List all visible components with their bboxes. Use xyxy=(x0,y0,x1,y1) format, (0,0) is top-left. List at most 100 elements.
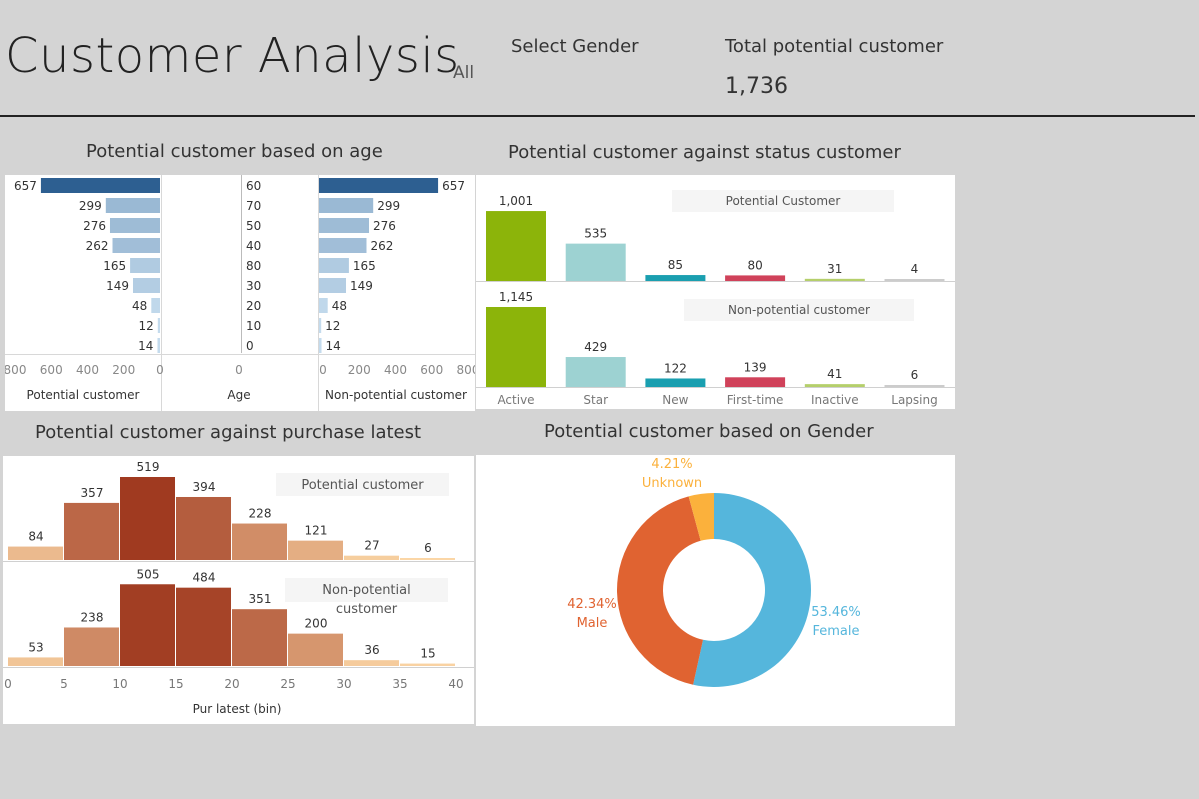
purchase-tick-label: 30 xyxy=(336,677,351,691)
status-chart-card: Potential Customer 1,001 535 85 80 31 4 Non-pot… xyxy=(476,175,955,409)
purchase-value-label: 394 xyxy=(193,480,216,494)
purchase-bar xyxy=(400,663,455,666)
age-bar-potential xyxy=(109,218,160,233)
status-bar xyxy=(486,211,546,281)
status-bar xyxy=(565,357,626,387)
gender-category-label: Unknown xyxy=(642,476,702,491)
age-bar-non-potential xyxy=(319,278,347,293)
status-category-label: New xyxy=(662,393,688,407)
purchase-bar xyxy=(120,477,175,560)
purchase-chart-card: Potential customer 84 357 519 394 228 121 27 6 No… xyxy=(3,456,474,724)
gender-percent-label: 42.34% xyxy=(567,597,617,612)
age-value-label-potential: 149 xyxy=(106,279,129,293)
age-category-label: 70 xyxy=(246,199,261,213)
purchase-chart: Potential customer8435751939422812127 6No… xyxy=(3,460,474,716)
age-bar-potential xyxy=(112,238,160,253)
age-value-label-non-potential: 262 xyxy=(370,239,393,253)
purchase-value-label: 27 xyxy=(364,539,379,553)
status-bar xyxy=(645,275,706,281)
age-value-label-potential: 14 xyxy=(138,339,153,353)
age-value-label-potential: 299 xyxy=(79,199,102,213)
age-bar-potential xyxy=(40,178,161,193)
purchase-bar xyxy=(288,540,343,560)
status-bar xyxy=(645,378,706,387)
purchase-bar xyxy=(232,523,287,560)
age-bar-non-potential xyxy=(319,238,367,253)
age-category-label: 0 xyxy=(246,339,254,353)
age-chart-card: 657 657 60 299 299 70 276 276 50 262 262 40 165 165 80… xyxy=(4,175,479,411)
status-bar xyxy=(804,278,865,281)
status-value-label: 122 xyxy=(664,361,687,375)
purchase-value-label: 15 xyxy=(420,647,435,661)
status-category-label: Star xyxy=(583,393,608,407)
age-bar-potential xyxy=(151,298,160,313)
purchase-tick-label: 20 xyxy=(224,677,239,691)
age-value-label-non-potential: 14 xyxy=(326,339,341,353)
age-bar-non-potential xyxy=(319,258,349,273)
age-category-label: 80 xyxy=(246,259,261,273)
purchase-bar xyxy=(176,496,231,560)
status-bar xyxy=(884,279,945,281)
purchase-tick-label: 10 xyxy=(112,677,127,691)
gender-filter-value[interactable]: All xyxy=(453,63,474,83)
status-value-label: 85 xyxy=(668,258,683,272)
age-bar-non-potential xyxy=(319,338,322,353)
purchase-tick-label: 5 xyxy=(60,677,68,691)
purchase-bar xyxy=(8,657,63,666)
status-chart: Potential Customer 1,001 535 85 80 31 4 Non-pot… xyxy=(476,190,955,407)
status-value-label: 6 xyxy=(911,368,919,382)
gender-slice-male xyxy=(617,496,704,685)
purchase-value-label: 351 xyxy=(249,592,272,606)
header-divider xyxy=(0,115,1195,117)
purchase-value-label: 84 xyxy=(28,530,43,544)
age-category-label: 10 xyxy=(246,319,261,333)
purchase-bar xyxy=(64,627,119,666)
status-value-label: 1,145 xyxy=(499,290,533,304)
age-tick-right: 0 xyxy=(319,363,327,377)
purchase-bar xyxy=(176,587,231,666)
age-value-label-potential: 165 xyxy=(103,259,126,273)
status-value-label: 41 xyxy=(827,367,842,381)
status-value-label: 1,001 xyxy=(499,194,533,208)
gender-chart-card: 53.46% Female 42.34% Male 4.21% Unknown xyxy=(476,455,955,726)
purchase-bar xyxy=(344,555,399,560)
age-chart: 657 657 60 299 299 70 276 276 50 262 262 40 165 165 80… xyxy=(4,175,479,411)
status-category-label: Inactive xyxy=(811,393,859,407)
purchase-tick-label: 25 xyxy=(280,677,295,691)
purchase-bar xyxy=(232,609,287,666)
age-category-label: 40 xyxy=(246,239,261,253)
age-bar-non-potential xyxy=(319,298,328,313)
age-value-label-non-potential: 149 xyxy=(350,279,373,293)
age-category-label: 20 xyxy=(246,299,261,313)
age-value-label-non-potential: 12 xyxy=(325,319,340,333)
status-category-label: Active xyxy=(497,393,534,407)
status-series-label: Non-potential customer xyxy=(728,303,870,317)
purchase-value-label: 53 xyxy=(28,640,43,654)
purchase-bar xyxy=(344,660,399,666)
status-bar xyxy=(804,384,865,387)
purchase-value-label: 505 xyxy=(137,567,160,581)
age-value-label-potential: 657 xyxy=(14,179,37,193)
status-bar xyxy=(725,377,786,387)
purchase-value-label: 200 xyxy=(305,617,328,631)
age-category-label: 60 xyxy=(246,179,261,193)
age-value-label-non-potential: 165 xyxy=(353,259,376,273)
status-chart-title: Potential customer against status custom… xyxy=(508,142,901,163)
status-bar xyxy=(725,275,786,281)
purchase-value-label: 357 xyxy=(81,486,104,500)
age-bar-potential xyxy=(105,198,160,213)
age-chart-title: Potential customer based on age xyxy=(86,141,383,162)
age-bar-non-potential xyxy=(319,178,439,193)
age-value-label-non-potential: 657 xyxy=(442,179,465,193)
purchase-value-label: 228 xyxy=(249,507,272,521)
purchase-tick-label: 15 xyxy=(168,677,183,691)
purchase-value-label: 6 xyxy=(424,541,432,555)
purchase-tick-label: 35 xyxy=(392,677,407,691)
purchase-bar xyxy=(120,584,175,666)
status-bar xyxy=(884,385,945,387)
purchase-value-label: 121 xyxy=(305,524,328,538)
purchase-value-label: 36 xyxy=(364,643,379,657)
status-category-label: Lapsing xyxy=(891,393,937,407)
purchase-xlabel: Pur latest (bin) xyxy=(193,702,282,716)
purchase-value-label: 238 xyxy=(81,610,104,624)
